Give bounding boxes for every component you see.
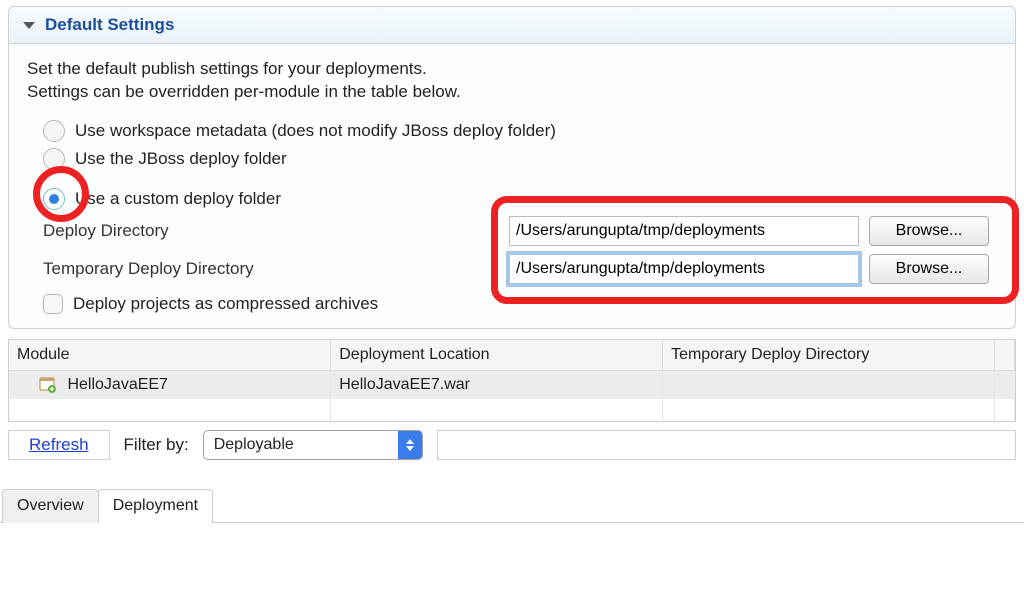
default-settings-panel: Default Settings Set the default publish… (8, 6, 1016, 329)
panel-body: Set the default publish settings for you… (9, 44, 1015, 328)
filter-bar: Refresh Filter by: Deployable (8, 430, 1016, 460)
table-row[interactable]: HelloJavaEE7 HelloJavaEE7.war (9, 370, 1015, 399)
panel-title: Default Settings (45, 15, 174, 35)
radio-label: Use workspace metadata (does not modify … (75, 121, 556, 141)
intro-text: Set the default publish settings for you… (27, 58, 999, 104)
radio-icon-selected (43, 188, 65, 210)
browse-deploy-button[interactable]: Browse... (869, 216, 989, 246)
filter-label: Filter by: (124, 435, 189, 455)
panel-header[interactable]: Default Settings (9, 7, 1015, 44)
radio-icon (43, 120, 65, 142)
intro-line-1: Set the default publish settings for you… (27, 59, 427, 78)
tab-bar: Overview Deployment (0, 488, 1024, 523)
radio-jboss[interactable]: Use the JBoss deploy folder (27, 148, 999, 170)
col-temp[interactable]: Temporary Deploy Directory (663, 340, 995, 371)
radio-workspace[interactable]: Use workspace metadata (does not modify … (27, 120, 999, 142)
directory-grid: Deploy Directory Browse... Temporary Dep… (43, 216, 999, 284)
refresh-box: Refresh (8, 430, 110, 460)
tab-deployment[interactable]: Deployment (98, 489, 213, 523)
tab-overview[interactable]: Overview (2, 489, 99, 523)
filter-text-input[interactable] (437, 430, 1016, 460)
intro-line-2: Settings can be overridden per-module in… (27, 82, 461, 101)
checkbox-icon (43, 294, 63, 314)
radio-label: Use the JBoss deploy folder (75, 149, 287, 169)
temp-dir-input[interactable] (509, 254, 859, 284)
module-name: HelloJavaEE7 (67, 376, 168, 393)
modules-table: Module Deployment Location Temporary Dep… (8, 339, 1016, 422)
radio-icon (43, 148, 65, 170)
radio-custom[interactable]: Use a custom deploy folder (27, 188, 999, 210)
radio-dot-icon (49, 194, 59, 204)
checkbox-label: Deploy projects as compressed archives (73, 294, 378, 314)
chevron-down-icon (23, 22, 35, 29)
col-location[interactable]: Deployment Location (331, 340, 663, 371)
table-row-empty (9, 399, 1015, 421)
module-icon (39, 376, 57, 394)
filter-select[interactable]: Deployable (203, 430, 423, 460)
browse-temp-button[interactable]: Browse... (869, 254, 989, 284)
radio-label: Use a custom deploy folder (75, 189, 281, 209)
select-stepper-icon (398, 431, 422, 459)
deploy-dir-label: Deploy Directory (43, 221, 503, 241)
module-temp (663, 370, 995, 399)
filter-select-value: Deployable (204, 436, 398, 454)
module-location: HelloJavaEE7.war (331, 370, 663, 399)
annotation-box (491, 196, 1019, 304)
temp-dir-label: Temporary Deploy Directory (43, 259, 503, 279)
refresh-link[interactable]: Refresh (29, 435, 89, 454)
deploy-dir-input[interactable] (509, 216, 859, 246)
col-module[interactable]: Module (9, 340, 331, 371)
compressed-checkbox-row[interactable]: Deploy projects as compressed archives (43, 294, 999, 314)
col-spacer (994, 340, 1014, 371)
